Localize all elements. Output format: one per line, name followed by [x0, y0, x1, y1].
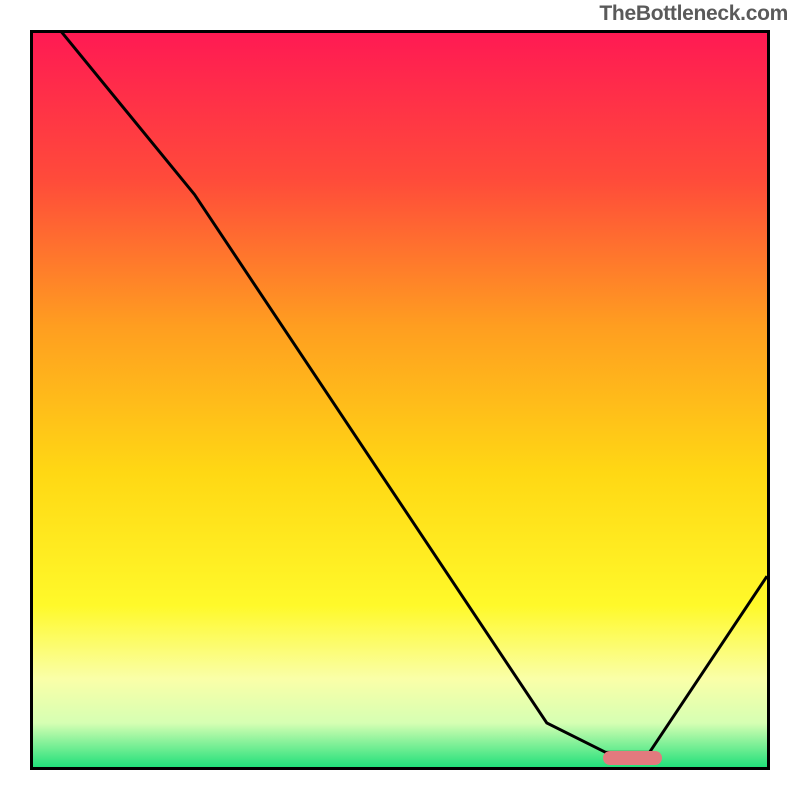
plot-area [30, 30, 770, 770]
bottleneck-curve [33, 33, 767, 767]
watermark-text: TheBottleneck.com [599, 2, 788, 26]
optimal-range-marker [603, 751, 662, 765]
